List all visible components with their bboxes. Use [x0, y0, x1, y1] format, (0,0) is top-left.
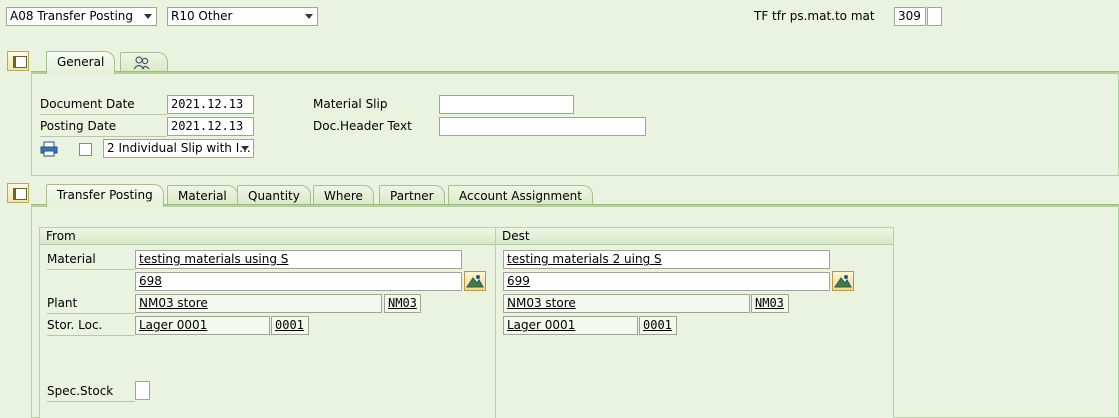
people-icon: [133, 56, 150, 70]
dest-storage-location-code: 0001: [643, 318, 672, 332]
from-storage-location-desc: Lager 0001: [139, 318, 208, 332]
from-plant-desc: NM03 store: [139, 296, 208, 310]
mountain-image-icon: [466, 275, 484, 288]
tab-account-assignment[interactable]: Account Assignment: [448, 185, 593, 206]
tab-material-label: Material: [178, 189, 227, 203]
from-material-desc-field[interactable]: testing materials using S: [135, 250, 462, 269]
from-storage-location-code-field[interactable]: 0001: [271, 316, 309, 335]
dest-material-desc-field[interactable]: testing materials 2 uing S: [503, 250, 830, 269]
tab-account-assignment-label: Account Assignment: [459, 189, 582, 203]
chevron-down-icon: [144, 14, 152, 19]
material-slip-label: Material Slip: [313, 97, 388, 111]
dest-material-picker-button[interactable]: [832, 271, 854, 291]
dest-plant-code: NM03: [755, 296, 784, 310]
from-plant-code-field[interactable]: NM03: [384, 294, 421, 313]
from-storage-location-desc-field: Lager 0001: [135, 316, 270, 335]
collapse-item-icon[interactable]: [7, 183, 29, 203]
chevron-down-icon: [241, 146, 249, 151]
tab-general-label: General: [57, 55, 105, 69]
dest-material-number-field[interactable]: 699: [503, 272, 830, 291]
dest-storage-location-code-field[interactable]: 0001: [639, 316, 677, 335]
mountain-image-icon: [834, 275, 852, 288]
document-date-field[interactable]: 2021.12.13: [167, 95, 254, 114]
print-checkbox[interactable]: [79, 143, 92, 156]
tab-material[interactable]: Material: [167, 185, 238, 206]
doc-header-text-field[interactable]: [439, 117, 646, 136]
from-special-stock-field[interactable]: [135, 381, 150, 400]
printer-icon[interactable]: [40, 141, 58, 157]
tab-transfer-posting[interactable]: Transfer Posting: [46, 184, 164, 207]
dest-material-desc: testing materials 2 uing S: [507, 252, 662, 266]
from-material-number-field[interactable]: 698: [135, 272, 462, 291]
dest-group-header: Dest: [496, 228, 893, 245]
tab-partner[interactable]: Partner: [379, 185, 445, 206]
from-group-title: From: [46, 229, 76, 243]
reference-select[interactable]: R10 Other: [167, 7, 318, 26]
print-version-value: 2 Individual Slip with I...: [107, 141, 251, 155]
posting-date-label: Posting Date: [40, 117, 167, 137]
movement-type-label: TF tfr ps.mat.to mat: [754, 9, 875, 23]
tab-where-label: Where: [324, 189, 363, 203]
action-select[interactable]: A08 Transfer Posting: [6, 7, 157, 26]
from-plant-label: Plant: [47, 294, 135, 314]
material-slip-field[interactable]: [439, 95, 574, 114]
from-storage-location-label: Stor. Loc.: [47, 316, 135, 336]
tab-transfer-posting-label: Transfer Posting: [57, 188, 153, 202]
from-material-number: 698: [139, 274, 162, 288]
from-material-desc: testing materials using S: [139, 252, 289, 266]
action-select-value: A08 Transfer Posting: [10, 9, 134, 23]
dest-plant-code-field[interactable]: NM03: [751, 294, 789, 313]
movement-type-extra-field[interactable]: [927, 7, 942, 26]
tab-general[interactable]: General: [46, 51, 116, 74]
posting-date-field[interactable]: 2021.12.13: [167, 117, 254, 136]
from-group-header: From: [40, 228, 495, 245]
dest-storage-location-desc: Lager 0001: [507, 318, 576, 332]
from-special-stock-label: Spec.Stock: [47, 382, 135, 402]
document-date-label: Document Date: [40, 95, 167, 115]
from-plant-code: NM03: [388, 296, 417, 310]
dest-material-number: 699: [507, 274, 530, 288]
tab-quantity[interactable]: Quantity: [237, 185, 311, 206]
collapse-header-icon[interactable]: [7, 51, 29, 71]
dest-plant-desc-field: NM03 store: [503, 294, 750, 313]
from-material-label: Material: [47, 250, 135, 270]
chevron-down-icon: [305, 14, 313, 19]
reference-select-value: R10 Other: [171, 9, 233, 23]
from-storage-location-code: 0001: [275, 318, 304, 332]
doc-header-text-label: Doc.Header Text: [313, 119, 412, 133]
tab-quantity-label: Quantity: [248, 189, 300, 203]
dest-storage-location-desc-field: Lager 0001: [503, 316, 638, 335]
from-material-picker-button[interactable]: [464, 271, 486, 291]
from-plant-desc-field: NM03 store: [135, 294, 382, 313]
tab-partner-header[interactable]: [120, 52, 168, 73]
tab-where[interactable]: Where: [313, 185, 374, 206]
dest-plant-desc: NM03 store: [507, 296, 576, 310]
movement-type-field[interactable]: 309: [894, 7, 926, 26]
dest-group-title: Dest: [502, 229, 530, 243]
print-version-select[interactable]: 2 Individual Slip with I...: [103, 139, 254, 158]
tab-partner-label: Partner: [390, 189, 434, 203]
